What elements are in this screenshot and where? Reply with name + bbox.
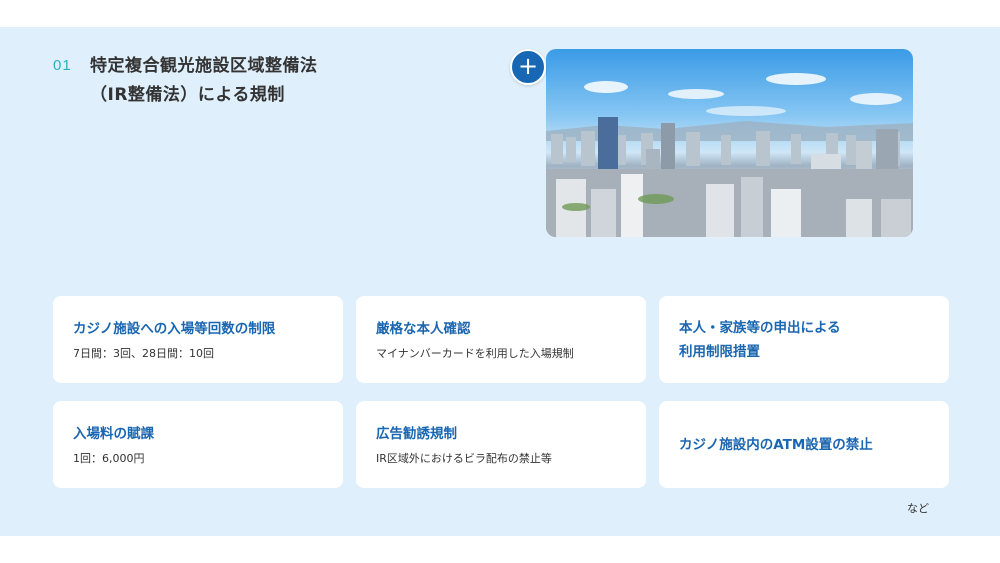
- section-title-line1: 特定複合観光施設区域整備法: [90, 56, 318, 76]
- card-subtitle: 7日間：3回、28日間：10回: [73, 347, 214, 360]
- card-usage-restriction: 本人・家族等の申出による 利用制限措置: [659, 296, 949, 383]
- card-atm-prohibition: カジノ施設内のATM設置の禁止: [659, 401, 949, 488]
- card-title-line1: 本人・家族等の申出による: [679, 319, 841, 336]
- cityscape-illustration: [546, 73, 913, 237]
- plus-icon: +: [517, 52, 539, 80]
- city-photo: [546, 49, 913, 237]
- card-title-line2: 利用制限措置: [679, 343, 760, 360]
- card-entry-limit: カジノ施設への入場等回数の制限 7日間：3回、28日間：10回: [53, 296, 343, 383]
- card-advertising-restriction: 広告勧誘規制 IR区域外におけるビラ配布の禁止等: [356, 401, 646, 488]
- card-title: カジノ施設への入場等回数の制限: [73, 321, 276, 337]
- card-entry-fee: 入場料の賦課 1回：6,000円: [53, 401, 343, 488]
- card-subtitle: IR区域外におけるビラ配布の禁止等: [376, 452, 552, 465]
- card-title: 広告勧誘規制: [376, 426, 457, 442]
- section-number: 01: [53, 57, 72, 74]
- card-subtitle: マイナンバーカードを利用した入場規制: [376, 347, 574, 360]
- card-subtitle: 1回：6,000円: [73, 452, 145, 465]
- section-title: 特定複合観光施設区域整備法 （IR整備法）による規制: [90, 52, 470, 110]
- card-identity-check: 厳格な本人確認 マイナンバーカードを利用した入場規制: [356, 296, 646, 383]
- footnote: など: [907, 502, 929, 515]
- expand-photo-button[interactable]: +: [510, 49, 546, 85]
- card-title: 厳格な本人確認: [376, 321, 471, 337]
- section-title-line2: （IR整備法）による規制: [90, 85, 285, 105]
- card-title: 入場料の賦課: [73, 426, 154, 442]
- card-title: カジノ施設内のATM設置の禁止: [679, 436, 873, 453]
